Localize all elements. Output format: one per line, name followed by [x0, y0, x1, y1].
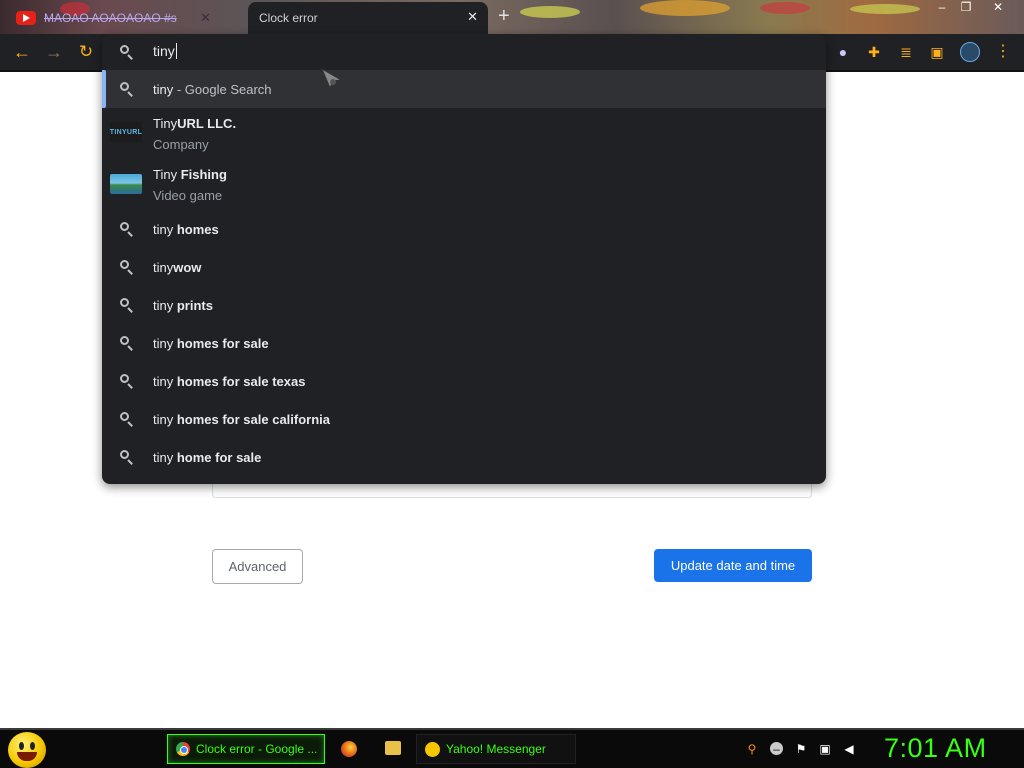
tab-youtube[interactable]: MAOAO AOAOAOAO #s ✕ — [8, 2, 246, 34]
search-icon — [120, 260, 134, 275]
restore-icon[interactable]: ❐ — [954, 0, 978, 14]
tinyurl-logo: TINYURL — [110, 122, 142, 142]
suggestion-label: tiny prints — [153, 298, 213, 313]
search-icon — [120, 222, 134, 237]
suggestion-subtitle: Company — [153, 137, 209, 152]
advanced-button[interactable]: Advanced — [212, 549, 303, 584]
suggestion-item[interactable]: tiny homes for sale california — [102, 400, 826, 438]
taskbar: Clock error - Google ... Yahoo! Messenge… — [0, 728, 1024, 768]
profile-avatar[interactable] — [960, 42, 980, 62]
suggestion-label: tiny home for sale — [153, 450, 262, 465]
youtube-icon — [16, 11, 36, 25]
wallpaper-splat — [760, 2, 810, 14]
suggestion-item[interactable]: tiny home for sale — [102, 438, 826, 476]
search-icon — [120, 412, 134, 427]
chrome-icon — [176, 742, 190, 756]
suggestion-entity-tinyurl[interactable]: TINYURL TinyURL LLC. Company — [102, 108, 826, 160]
firefox-icon[interactable] — [341, 741, 357, 757]
suggestion-label: tinywow — [153, 260, 202, 275]
suggestion-label: TinyURL LLC. — [153, 116, 237, 131]
tab-clock-error[interactable]: Clock error ✕ — [248, 2, 488, 34]
search-tray-icon[interactable]: ⚲ — [745, 742, 759, 756]
selection-indicator — [102, 70, 106, 108]
suggestion-entity-tiny-fishing[interactable]: Tiny Fishing Video game — [102, 160, 826, 210]
volume-icon[interactable]: ◀ — [842, 742, 856, 756]
minimize-icon[interactable]: – — [930, 0, 954, 14]
suggestion-subtitle: Video game — [153, 188, 223, 203]
omnibox-input[interactable]: tiny — [153, 43, 753, 59]
status-tray-icon[interactable]: – — [770, 742, 783, 756]
search-icon — [120, 450, 134, 465]
yahoo-smiley-icon — [425, 741, 440, 757]
suggestion-item[interactable]: tinywow — [102, 248, 826, 286]
search-icon — [120, 374, 134, 389]
suggestion-label: tiny - Google Search — [153, 82, 272, 97]
back-arrow-icon[interactable]: ← — [10, 40, 34, 64]
puzzle-extensions-icon[interactable]: ✚ — [865, 43, 883, 61]
update-date-time-button[interactable]: Update date and time — [654, 549, 812, 582]
suggestion-label: tiny homes — [153, 222, 219, 237]
omnibox-dropdown: tiny tiny - Google Search TINYURL TinyUR… — [102, 34, 826, 484]
wallpaper-splat — [520, 6, 580, 18]
tab-strip: MAOAO AOAOAOAO #s ✕ Clock error ✕ + – ❐ … — [0, 0, 1024, 34]
action-center-flag-icon[interactable]: ⚑ — [794, 742, 808, 756]
suggestion-item[interactable]: tiny homes for sale texas — [102, 362, 826, 400]
media-queue-icon[interactable]: ≣ — [897, 43, 915, 61]
start-button-smiley-icon[interactable] — [8, 732, 46, 768]
wallpaper-splat — [640, 0, 730, 16]
taskbar-yahoo-messenger-button[interactable]: Yahoo! Messenger — [416, 734, 576, 764]
tiny-fishing-thumbnail — [110, 174, 142, 194]
close-window-icon[interactable]: ✕ — [986, 0, 1010, 14]
side-panel-icon[interactable]: ▣ — [928, 43, 946, 61]
close-icon[interactable]: ✕ — [200, 10, 211, 26]
tab-title: MAOAO AOAOAOAO #s — [44, 11, 177, 25]
taskbar-item-label: Clock error - Google ... — [196, 742, 318, 756]
reload-icon[interactable]: ↻ — [74, 40, 98, 64]
forward-arrow-icon[interactable]: → — [42, 40, 66, 64]
search-icon — [120, 298, 134, 313]
suggestion-google-search[interactable]: tiny - Google Search — [102, 70, 826, 108]
menu-kebab-icon[interactable]: ⋮ — [994, 43, 1012, 61]
mouse-cursor-icon — [320, 67, 343, 90]
suggestion-item[interactable]: tiny prints — [102, 286, 826, 324]
taskbar-clock[interactable]: 7:01 AM — [884, 733, 987, 764]
close-icon[interactable]: ✕ — [467, 9, 478, 25]
network-icon[interactable]: ▣ — [818, 742, 832, 756]
suggestion-item[interactable]: tiny homes for sale — [102, 324, 826, 362]
taskbar-item-label: Yahoo! Messenger — [446, 742, 546, 756]
omnibox-input-row[interactable]: tiny — [102, 34, 826, 70]
tab-title: Clock error — [259, 11, 318, 25]
search-icon — [120, 336, 134, 351]
taskbar-chrome-button[interactable]: Clock error - Google ... — [167, 734, 325, 764]
text-caret — [175, 43, 177, 59]
suggestion-label: tiny homes for sale texas — [153, 374, 306, 389]
suggestion-item[interactable]: tiny homes — [102, 210, 826, 248]
search-icon — [120, 45, 134, 60]
cat-extension-icon[interactable]: ● — [834, 43, 852, 61]
folder-icon[interactable] — [385, 741, 401, 755]
wallpaper-splat — [850, 4, 920, 14]
search-icon — [120, 82, 134, 97]
suggestion-label: tiny homes for sale — [153, 336, 269, 351]
new-tab-icon[interactable]: + — [498, 5, 510, 28]
suggestion-label: Tiny Fishing — [153, 167, 227, 182]
suggestion-label: tiny homes for sale california — [153, 412, 331, 427]
